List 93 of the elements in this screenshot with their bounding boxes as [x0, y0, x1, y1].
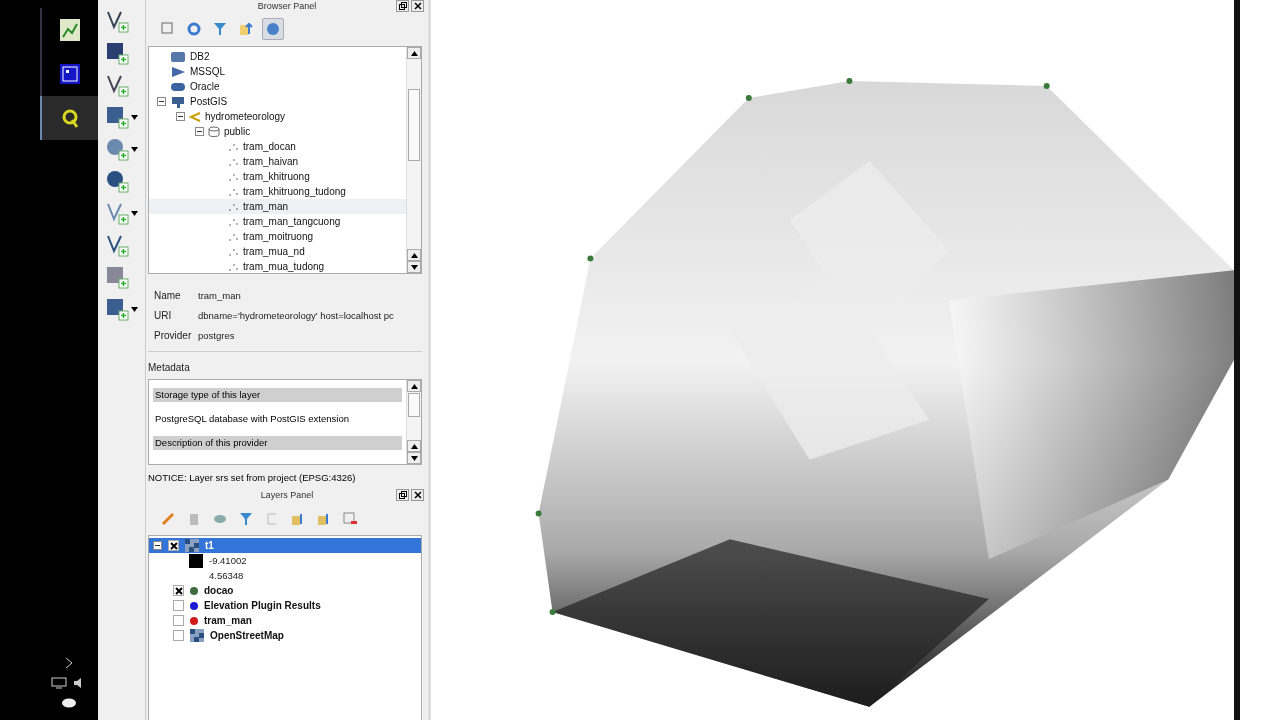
layer-item[interactable]: tram_man	[149, 613, 421, 628]
chevron-icon[interactable]	[65, 657, 73, 669]
tree-item[interactable]: tram_mua_nd	[149, 244, 406, 259]
raster-layer-icon	[190, 629, 204, 642]
tree-item[interactable]: tram_mua_tudong	[149, 259, 406, 273]
window-app-icon	[60, 64, 80, 84]
refresh-icon[interactable]	[187, 22, 201, 36]
database-icon	[208, 125, 220, 138]
caret-icon[interactable]	[130, 210, 138, 216]
caret-icon[interactable]	[130, 114, 138, 120]
collapse-icon[interactable]	[176, 112, 185, 121]
tree-item[interactable]: tram_khitruong	[149, 169, 406, 184]
add-layer-icon[interactable]	[104, 297, 129, 321]
raster-layer-icon	[185, 539, 199, 552]
property-label: Provider	[154, 330, 193, 341]
info-icon[interactable]	[266, 22, 280, 36]
caret-icon[interactable]	[130, 146, 138, 152]
tree-item[interactable]: tram_man	[149, 199, 406, 214]
database-icon	[170, 50, 186, 63]
panel-title: Layers Panel	[260, 490, 314, 500]
close-button[interactable]	[411, 0, 424, 12]
scroll-down-icon[interactable]	[410, 264, 418, 270]
layer-checkbox[interactable]	[173, 630, 184, 641]
layer-checkbox[interactable]	[173, 585, 184, 596]
color-swatch	[189, 553, 203, 568]
scroll-down-icon[interactable]	[410, 455, 418, 461]
tree-item[interactable]: MSSQL	[149, 64, 406, 79]
add-layer-icon[interactable]	[104, 41, 129, 65]
layer-item[interactable]: OpenStreetMap	[149, 628, 421, 643]
legend-value: 4.56348	[209, 570, 244, 581]
expand-all-icon[interactable]	[291, 512, 305, 526]
scroll-up-icon[interactable]	[410, 252, 418, 258]
metadata-heading: Storage type of this layer	[153, 388, 402, 402]
layer-checkbox[interactable]	[173, 600, 184, 611]
filter-icon[interactable]	[239, 512, 253, 526]
collapse-all-icon[interactable]	[239, 22, 253, 36]
scrollbar[interactable]	[406, 380, 421, 464]
scroll-thumb[interactable]	[408, 393, 420, 417]
add-layer-icon[interactable]	[104, 233, 129, 257]
tree-item[interactable]: tram_moitruong	[149, 229, 406, 244]
database-icon	[170, 65, 186, 78]
connection-icon	[189, 111, 201, 122]
scroll-up-icon[interactable]	[410, 383, 418, 389]
layer-item[interactable]: t1	[149, 538, 421, 553]
q-logo-icon	[61, 108, 79, 128]
collapse-icon[interactable]	[195, 127, 204, 136]
tree-item[interactable]: Oracle	[149, 79, 406, 94]
add-layer-icon[interactable]	[104, 73, 129, 97]
float-button[interactable]	[396, 489, 409, 501]
legend-value: -9.41002	[209, 555, 247, 566]
taskbar-app[interactable]	[40, 96, 98, 140]
database-icon	[170, 80, 186, 93]
property-value: dbname='hydrometeorology' host=localhost pc	[198, 310, 395, 321]
monitor-icon[interactable]	[51, 677, 67, 689]
scroll-up-icon[interactable]	[410, 50, 418, 56]
brush-icon[interactable]	[161, 512, 175, 526]
collapse-icon[interactable]	[153, 541, 162, 550]
panel-title: Browser Panel	[257, 1, 317, 11]
add-layer-icon[interactable]	[104, 105, 129, 129]
collapse-all-icon[interactable]	[317, 512, 331, 526]
close-button[interactable]	[411, 489, 424, 501]
float-button[interactable]	[396, 0, 409, 12]
add-layer-icon[interactable]	[104, 9, 129, 33]
layer-checkbox[interactable]	[173, 615, 184, 626]
caret-icon[interactable]	[130, 306, 138, 312]
filter-icon[interactable]	[213, 22, 227, 36]
tree-item[interactable]: tram_docan	[149, 139, 406, 154]
chart-app-icon	[60, 19, 80, 41]
scroll-thumb[interactable]	[408, 89, 420, 161]
collapse-icon[interactable]	[157, 97, 166, 106]
scroll-up-icon[interactable]	[410, 443, 418, 449]
cloud-icon[interactable]	[61, 697, 77, 708]
tree-item[interactable]: public	[149, 124, 406, 139]
remove-layer-icon[interactable]	[343, 512, 357, 526]
property-label: URI	[154, 310, 173, 321]
layer-checkbox[interactable]	[168, 540, 179, 551]
notice-text: NOTICE: Layer srs set from project (EPSG:4326)	[148, 472, 357, 483]
tree-item[interactable]: tram_man_tangcuong	[149, 214, 406, 229]
property-value: tram_man	[198, 290, 242, 301]
section-label: Metadata	[148, 362, 191, 373]
tree-item[interactable]: PostGIS	[149, 94, 406, 109]
property-value: postgres	[198, 330, 236, 341]
property-label: Name	[154, 290, 182, 301]
tree-item[interactable]: tram_khitruong_tudong	[149, 184, 406, 199]
metadata-heading: Description of this provider	[153, 436, 402, 450]
tree-item[interactable]: tram_haivan	[149, 154, 406, 169]
add-layer-icon[interactable]	[104, 169, 129, 193]
scrollbar[interactable]	[406, 47, 421, 273]
tree-item[interactable]: hydrometeorology	[149, 109, 406, 124]
tree-item[interactable]: DB2	[149, 49, 406, 64]
layer-item[interactable]: docao	[149, 583, 421, 598]
layer-item[interactable]: Elevation Plugin Results	[149, 598, 421, 613]
metadata-text: PostgreSQL database with PostGIS extension	[154, 412, 350, 426]
